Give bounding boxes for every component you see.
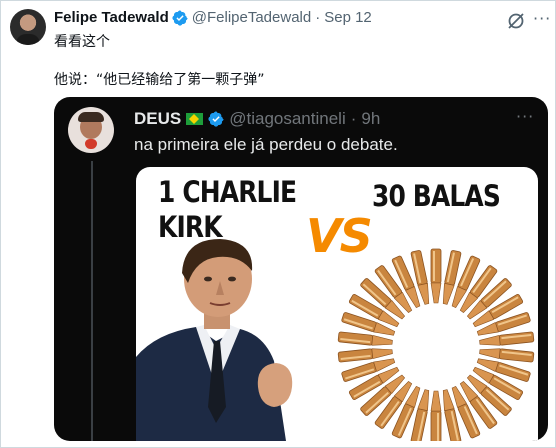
quoted-author-avatar[interactable] bbox=[68, 107, 114, 153]
verified-badge-icon bbox=[172, 9, 188, 26]
quoted-author-name[interactable]: DEUS bbox=[134, 109, 181, 129]
avatar-hair bbox=[78, 112, 104, 122]
separator-dot: · bbox=[315, 9, 321, 26]
bullet bbox=[430, 390, 442, 441]
thread-line bbox=[91, 161, 93, 441]
brazil-flag-icon bbox=[186, 113, 204, 125]
grok-icon[interactable] bbox=[506, 11, 526, 31]
quoted-time[interactable]: 9h bbox=[361, 109, 380, 129]
bullet bbox=[337, 348, 393, 363]
quoted-header: DEUS @tiagosantineli · 9h bbox=[134, 109, 380, 129]
avatar-heart bbox=[85, 139, 97, 149]
author-name[interactable]: Felipe Tadewald bbox=[54, 9, 169, 26]
author-avatar[interactable] bbox=[10, 9, 46, 45]
separator-dot: · bbox=[350, 109, 357, 128]
bullet bbox=[337, 331, 393, 346]
bullet-ring-illustration bbox=[337, 248, 535, 441]
bullet bbox=[430, 248, 442, 304]
verified-badge-icon bbox=[208, 111, 224, 127]
tweet-text-line2: 他说：“他已经输给了第一颗子弹” bbox=[54, 72, 265, 88]
bullet bbox=[479, 348, 535, 363]
tweet-header: Felipe Tadewald @FelipeTadewald · Sep 12 bbox=[54, 9, 372, 26]
quoted-text: na primeira ele já perdeu o debate. bbox=[134, 135, 398, 154]
more-options-icon[interactable]: ··· bbox=[516, 107, 534, 126]
author-handle[interactable]: @FelipeTadewald bbox=[192, 9, 311, 26]
man-in-suit-illustration bbox=[136, 239, 293, 441]
quoted-tweet[interactable]: DEUS @tiagosantineli · 9h ··· na primeir… bbox=[54, 97, 548, 441]
tweet-card[interactable]: Felipe Tadewald @FelipeTadewald · Sep 12… bbox=[0, 0, 556, 448]
image-left-caption: 1 CHARLIE KIRK bbox=[158, 175, 297, 245]
quoted-author-handle[interactable]: @tiagosantineli bbox=[229, 109, 346, 129]
bullet bbox=[479, 331, 535, 346]
quoted-image[interactable]: 1 CHARLIE KIRK VS 30 BALAS bbox=[136, 167, 538, 441]
tweet-text-line1: 看看这个 bbox=[54, 34, 110, 50]
image-left-line1: 1 CHARLIE bbox=[158, 175, 297, 209]
image-right-caption: 30 BALAS bbox=[372, 179, 501, 213]
more-options-icon[interactable]: ··· bbox=[533, 9, 551, 28]
tweet-date[interactable]: Sep 12 bbox=[324, 9, 372, 26]
